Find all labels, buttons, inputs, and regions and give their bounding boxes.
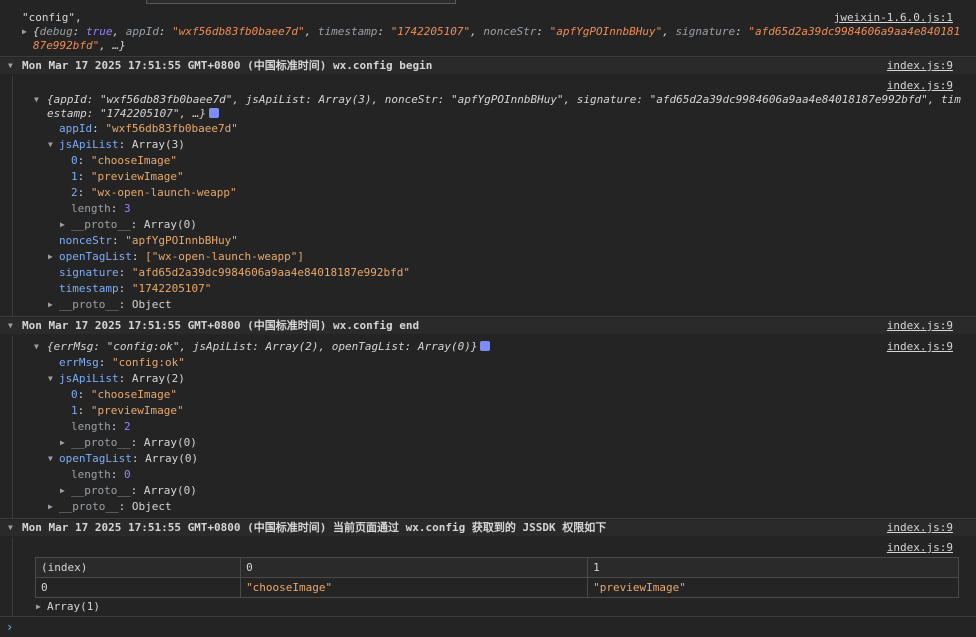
- table-cell: 0: [34, 577, 242, 598]
- source-link[interactable]: index.js:9: [887, 318, 953, 334]
- table-cell: "previewImage": [587, 577, 959, 598]
- table-header-row: (index) 0 1: [34, 557, 959, 578]
- table-header-cell[interactable]: 0: [240, 557, 589, 578]
- console-group-begin[interactable]: ▼ Mon Mar 17 2025 17:51:55 GMT+0800 (中国标…: [0, 58, 976, 74]
- collapse-triangle-icon[interactable]: ▼: [34, 92, 44, 108]
- console-group-permissions[interactable]: ▼ Mon Mar 17 2025 17:51:55 GMT+0800 (中国标…: [0, 520, 976, 536]
- source-link[interactable]: index.js:9: [887, 540, 953, 556]
- group-title: Mon Mar 17 2025 17:51:55 GMT+0800 (中国标准时…: [22, 319, 420, 332]
- info-icon[interactable]: [208, 108, 219, 118]
- console-prompt-icon[interactable]: ›: [6, 619, 13, 635]
- table-cell: "chooseImage": [240, 577, 589, 598]
- info-icon[interactable]: [480, 341, 491, 351]
- group-title: Mon Mar 17 2025 17:51:55 GMT+0800 (中国标准时…: [22, 521, 607, 534]
- table-header-cell[interactable]: 1: [587, 557, 959, 578]
- source-link[interactable]: index.js:9: [887, 520, 953, 536]
- console-group-end[interactable]: ▼ Mon Mar 17 2025 17:51:55 GMT+0800 (中国标…: [0, 318, 976, 334]
- source-link[interactable]: index.js:9: [887, 339, 953, 355]
- group-title: Mon Mar 17 2025 17:51:55 GMT+0800 (中国标准时…: [22, 59, 433, 72]
- filter-box-edge: [146, 0, 456, 4]
- table-header-cell[interactable]: (index): [34, 557, 242, 578]
- console-table: (index) 0 1 0 "chooseImage" "previewImag…: [34, 557, 959, 598]
- source-link[interactable]: index.js:9: [887, 58, 953, 74]
- top-toolbar-edge: [0, 0, 976, 4]
- collapse-triangle-icon[interactable]: ▼: [8, 318, 18, 334]
- table-row: 0 "chooseImage" "previewImage": [34, 577, 959, 598]
- expand-triangle-icon[interactable]: ▶: [22, 24, 32, 40]
- collapse-triangle-icon[interactable]: ▼: [8, 520, 18, 536]
- collapse-triangle-icon[interactable]: ▼: [8, 58, 18, 74]
